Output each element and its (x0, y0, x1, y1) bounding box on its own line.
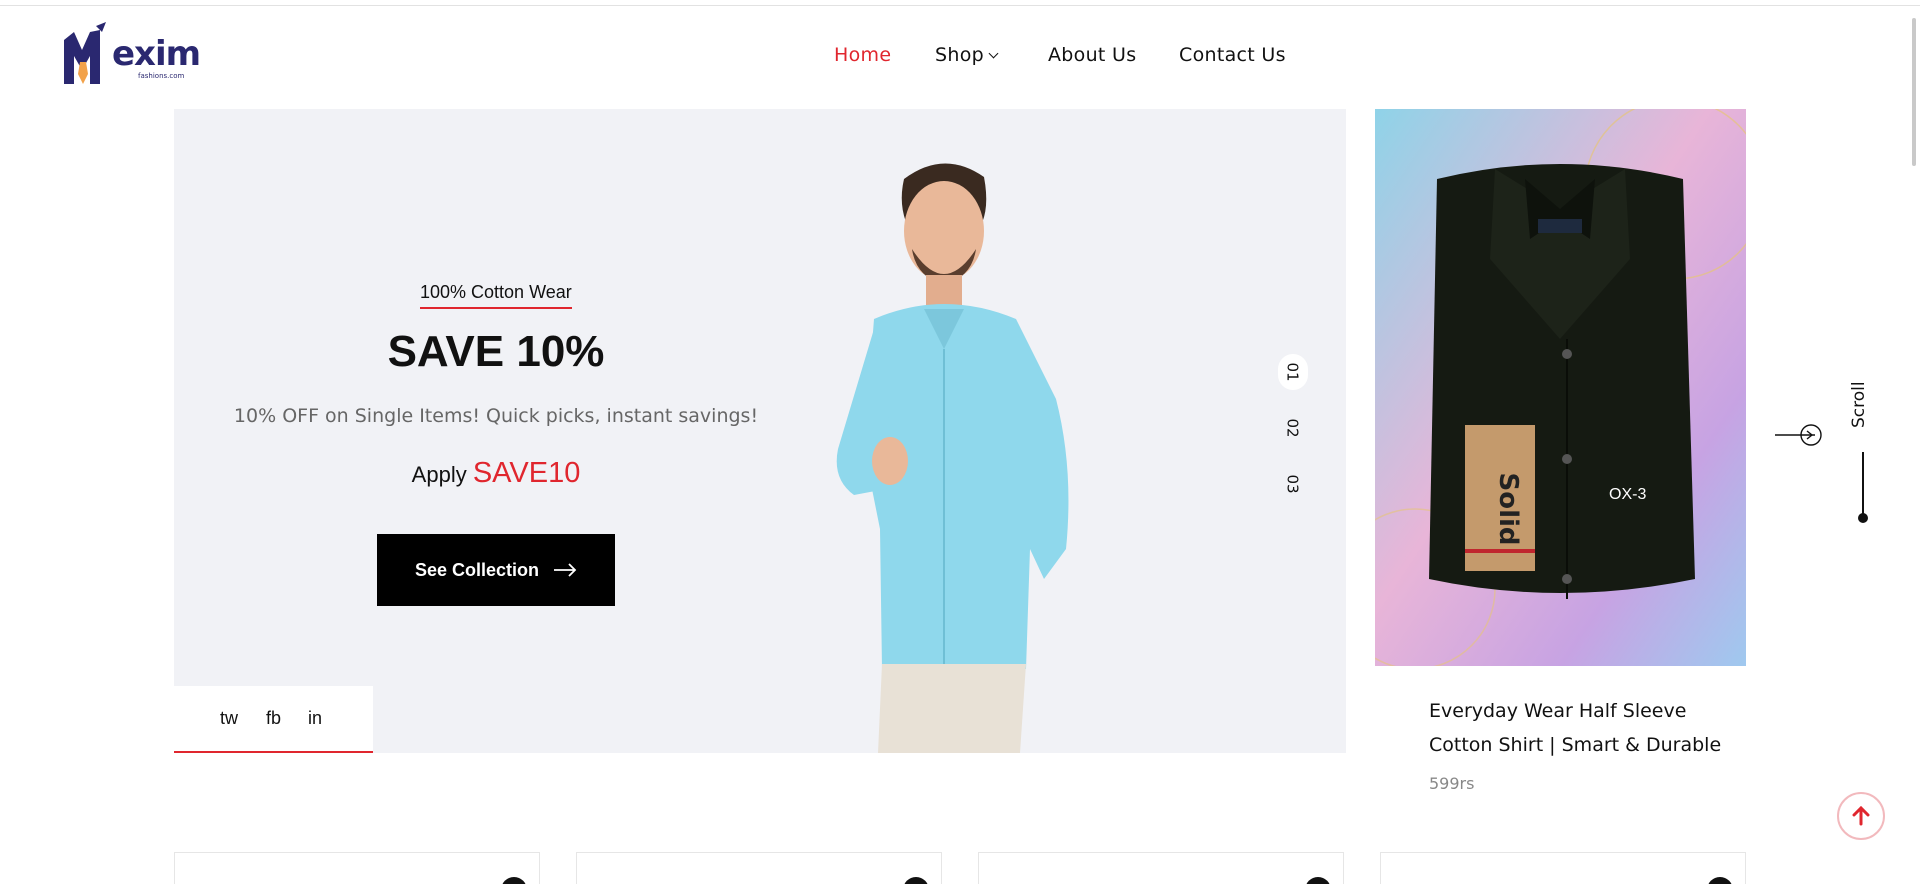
product-card[interactable] (978, 852, 1344, 884)
social-linkedin[interactable]: in (308, 708, 322, 729)
nav-home[interactable]: Home (834, 44, 891, 66)
product-title[interactable]: Everyday Wear Half Sleeve Cotton Shirt |… (1429, 694, 1749, 762)
chevron-down-icon (988, 48, 999, 59)
hero-model-image (836, 163, 1069, 753)
scroll-indicator-dot (1858, 513, 1868, 523)
card-action-icon[interactable] (1305, 877, 1331, 884)
product-card[interactable] (174, 852, 540, 884)
nav-shop[interactable]: Shop (935, 44, 999, 66)
card-action-icon[interactable] (903, 877, 929, 884)
product-shirt-image: Solid (1375, 109, 1746, 666)
nav-about[interactable]: About Us (1048, 44, 1136, 66)
slide-dot-1[interactable]: 01 (1278, 354, 1308, 390)
nav-contact[interactable]: Contact Us (1179, 44, 1286, 66)
svg-text:Solid: Solid (1493, 472, 1523, 545)
social-facebook[interactable]: fb (266, 708, 281, 729)
main-nav: Home Shop About Us Contact Us (0, 44, 1920, 74)
product-image[interactable]: Solid OX-3 (1375, 109, 1746, 666)
social-links: tw fb in (174, 686, 373, 753)
hero-description: 10% OFF on Single Items! Quick picks, in… (233, 405, 759, 427)
social-twitter[interactable]: tw (220, 708, 238, 729)
card-action-icon[interactable] (501, 877, 527, 884)
hero-title: SAVE 10% (387, 327, 605, 376)
hero-tag: 100% Cotton Wear (420, 282, 572, 309)
scroll-label: Scroll (1849, 381, 1869, 428)
product-card[interactable] (576, 852, 942, 884)
card-action-icon[interactable] (1707, 877, 1733, 884)
promo-prefix: Apply (411, 462, 467, 487)
scroll-indicator-line (1862, 452, 1864, 514)
hero-slider: 100% Cotton Wear SAVE 10% 10% OFF on Sin… (174, 109, 1346, 753)
see-collection-button[interactable]: See Collection (377, 534, 615, 606)
arrow-right-icon (554, 563, 577, 577)
product-price: 599rs (1429, 774, 1475, 793)
hero-promo: Apply SAVE10 (174, 457, 818, 490)
top-divider (0, 5, 1920, 6)
product-image-label: OX-3 (1609, 486, 1647, 503)
back-to-top-button[interactable] (1837, 792, 1885, 840)
product-card[interactable] (1380, 852, 1746, 884)
promo-code: SAVE10 (472, 457, 581, 489)
nav-shop-label: Shop (935, 44, 984, 66)
circle-arrow-right-icon[interactable] (1775, 423, 1823, 447)
slide-dot-3[interactable]: 03 (1278, 466, 1308, 502)
slide-dot-2[interactable]: 02 (1278, 410, 1308, 446)
page-scrollbar[interactable] (1912, 18, 1916, 166)
arrow-up-icon (1852, 806, 1870, 826)
see-collection-label: See Collection (414, 559, 540, 580)
